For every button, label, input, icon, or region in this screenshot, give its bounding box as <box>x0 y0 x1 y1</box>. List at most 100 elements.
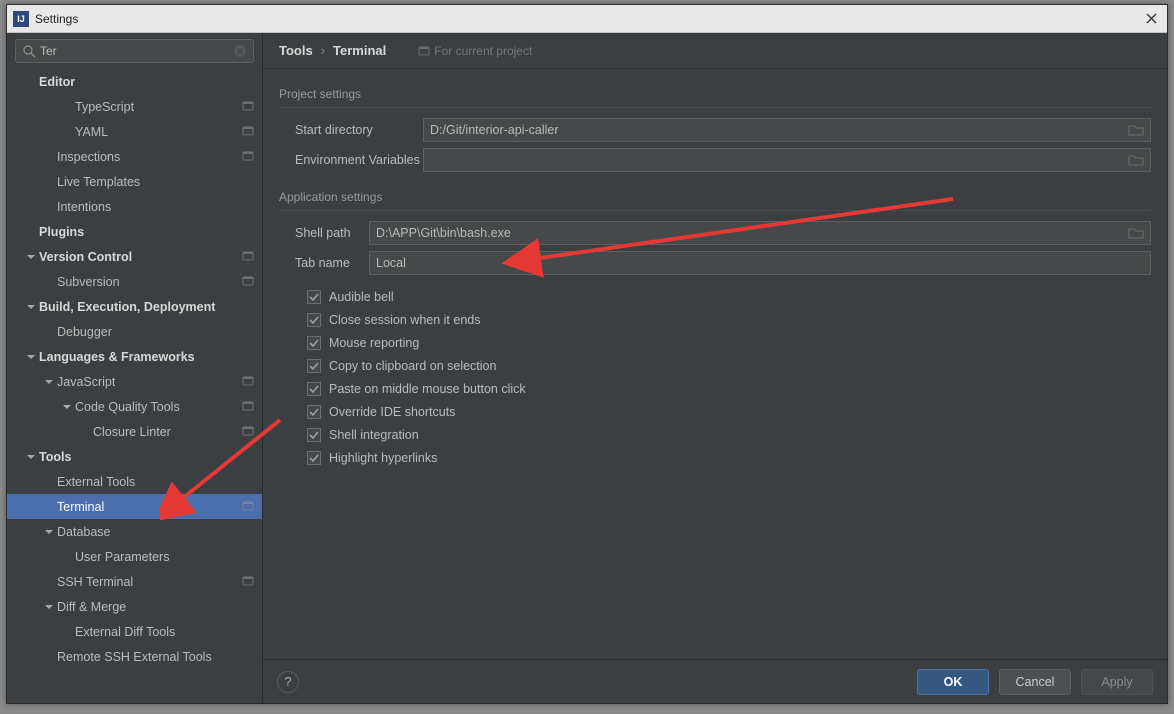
checkbox-icon[interactable] <box>307 313 321 327</box>
sidebar-item-label: Inspections <box>57 150 242 164</box>
sidebar-item-label: Live Templates <box>57 175 256 189</box>
clear-search-icon[interactable] <box>233 44 247 58</box>
chevron-down-icon <box>43 501 55 513</box>
checkbox-group: Audible bellClose session when it endsMo… <box>307 285 1151 469</box>
sidebar: Editor TypeScriptYAML Inspections Live Temp… <box>7 33 263 703</box>
tab-name-input[interactable] <box>369 251 1151 275</box>
sidebar-item-user-parameters[interactable]: User Parameters <box>7 544 262 569</box>
chevron-down-icon <box>61 101 73 113</box>
checkbox-icon[interactable] <box>307 382 321 396</box>
help-button[interactable]: ? <box>277 671 299 693</box>
sidebar-item-editor[interactable]: Editor <box>7 69 262 94</box>
checkbox-shell-integration[interactable]: Shell integration <box>307 423 1151 446</box>
sidebar-item-external-tools[interactable]: External Tools <box>7 469 262 494</box>
sidebar-item-inspections[interactable]: Inspections <box>7 144 262 169</box>
chevron-down-icon <box>43 476 55 488</box>
sidebar-item-build-execution-deployment[interactable]: Build, Execution, Deployment <box>7 294 262 319</box>
breadcrumb: Tools › Terminal For current project <box>263 33 1167 69</box>
sidebar-item-label: Languages & Frameworks <box>39 350 256 364</box>
checkbox-icon[interactable] <box>307 290 321 304</box>
sidebar-item-external-diff-tools[interactable]: External Diff Tools <box>7 619 262 644</box>
chevron-down-icon <box>43 176 55 188</box>
sidebar-item-label: Tools <box>39 450 256 464</box>
sidebar-item-code-quality-tools[interactable]: Code Quality Tools <box>7 394 262 419</box>
ok-button[interactable]: OK <box>917 669 989 695</box>
sidebar-item-version-control[interactable]: Version Control <box>7 244 262 269</box>
sidebar-item-label: Remote SSH External Tools <box>57 650 256 664</box>
folder-icon[interactable] <box>1128 122 1144 138</box>
search-input[interactable] <box>15 39 254 63</box>
env-vars-input[interactable] <box>423 148 1151 172</box>
checkbox-override-ide-shortcuts[interactable]: Override IDE shortcuts <box>307 400 1151 423</box>
sidebar-item-typescript[interactable]: TypeScript <box>7 94 262 119</box>
breadcrumb-root: Tools <box>279 43 313 58</box>
checkbox-label: Copy to clipboard on selection <box>329 359 496 373</box>
chevron-down-icon <box>61 626 73 638</box>
chevron-down-icon <box>25 451 37 463</box>
checkbox-icon[interactable] <box>307 336 321 350</box>
start-directory-input[interactable] <box>423 118 1151 142</box>
breadcrumb-leaf: Terminal <box>333 43 386 58</box>
section-project-settings: Project settings <box>279 87 1151 101</box>
project-scope-icon <box>242 150 256 164</box>
sidebar-item-yaml[interactable]: YAML <box>7 119 262 144</box>
sidebar-item-label: Editor <box>39 75 256 89</box>
sidebar-item-label: External Tools <box>57 475 256 489</box>
sidebar-item-label: User Parameters <box>75 550 256 564</box>
chevron-down-icon <box>43 651 55 663</box>
sidebar-item-intentions[interactable]: Intentions <box>7 194 262 219</box>
checkbox-icon[interactable] <box>307 428 321 442</box>
project-scope-icon <box>242 125 256 139</box>
sidebar-item-label: Closure Linter <box>93 425 242 439</box>
checkbox-copy-to-clipboard-on-selection[interactable]: Copy to clipboard on selection <box>307 354 1151 377</box>
start-directory-label: Start directory <box>279 123 423 137</box>
chevron-down-icon <box>61 401 73 413</box>
checkbox-close-session-when-it-ends[interactable]: Close session when it ends <box>307 308 1151 331</box>
project-scope-icon <box>242 575 256 589</box>
sidebar-item-terminal[interactable]: Terminal <box>7 494 262 519</box>
checkbox-label: Override IDE shortcuts <box>329 405 455 419</box>
tab-name-label: Tab name <box>279 256 369 270</box>
close-icon[interactable] <box>1141 9 1161 29</box>
chevron-down-icon <box>61 551 73 563</box>
window-title: Settings <box>35 12 1141 26</box>
shell-path-input[interactable] <box>369 221 1151 245</box>
sidebar-item-label: Terminal <box>57 500 242 514</box>
project-scope-icon <box>242 500 256 514</box>
sidebar-item-diff-merge[interactable]: Diff & Merge <box>7 594 262 619</box>
checkbox-icon[interactable] <box>307 451 321 465</box>
checkbox-paste-on-middle-mouse-button-click[interactable]: Paste on middle mouse button click <box>307 377 1151 400</box>
search-icon <box>22 44 36 58</box>
section-application-settings: Application settings <box>279 190 1151 204</box>
sidebar-item-database[interactable]: Database <box>7 519 262 544</box>
sidebar-item-label: Plugins <box>39 225 256 239</box>
sidebar-item-ssh-terminal[interactable]: SSH Terminal <box>7 569 262 594</box>
sidebar-item-closure-linter[interactable]: Closure Linter <box>7 419 262 444</box>
sidebar-item-javascript[interactable]: JavaScript <box>7 369 262 394</box>
folder-icon[interactable] <box>1128 152 1144 168</box>
sidebar-item-debugger[interactable]: Debugger <box>7 319 262 344</box>
checkbox-mouse-reporting[interactable]: Mouse reporting <box>307 331 1151 354</box>
sidebar-item-plugins[interactable]: Plugins <box>7 219 262 244</box>
sidebar-item-live-templates[interactable]: Live Templates <box>7 169 262 194</box>
chevron-down-icon <box>25 301 37 313</box>
checkbox-highlight-hyperlinks[interactable]: Highlight hyperlinks <box>307 446 1151 469</box>
search-field[interactable] <box>40 44 233 58</box>
sidebar-item-remote-ssh-external-tools[interactable]: Remote SSH External Tools <box>7 644 262 669</box>
content-area: Project settings Start directory Environ… <box>263 69 1167 659</box>
sidebar-item-label: Subversion <box>57 275 242 289</box>
sidebar-item-label: Code Quality Tools <box>75 400 242 414</box>
checkbox-icon[interactable] <box>307 359 321 373</box>
sidebar-item-label: Version Control <box>39 250 242 264</box>
chevron-down-icon <box>43 326 55 338</box>
sidebar-item-label: JavaScript <box>57 375 242 389</box>
checkbox-audible-bell[interactable]: Audible bell <box>307 285 1151 308</box>
sidebar-item-languages-frameworks[interactable]: Languages & Frameworks <box>7 344 262 369</box>
chevron-down-icon <box>43 276 55 288</box>
sidebar-item-subversion[interactable]: Subversion <box>7 269 262 294</box>
folder-icon[interactable] <box>1128 225 1144 241</box>
checkbox-icon[interactable] <box>307 405 321 419</box>
sidebar-item-tools[interactable]: Tools <box>7 444 262 469</box>
cancel-button[interactable]: Cancel <box>999 669 1071 695</box>
chevron-down-icon <box>43 151 55 163</box>
